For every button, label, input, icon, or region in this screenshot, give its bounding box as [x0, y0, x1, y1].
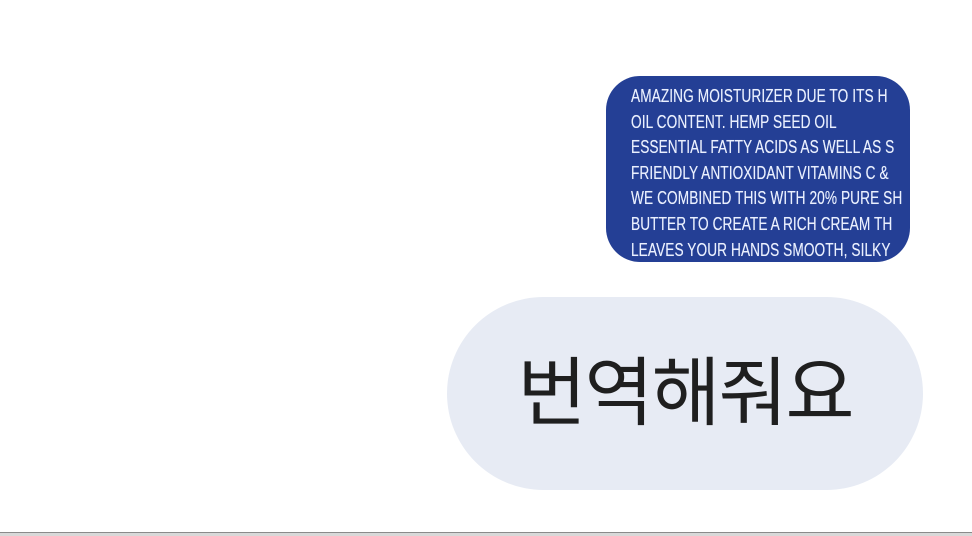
message-text: 번역해줘요 — [517, 349, 854, 437]
image-text-line: OIL CONTENT. HEMP SEED OIL — [631, 111, 837, 132]
bottom-divider — [0, 532, 972, 536]
hand-cream-label-photo: AMAZING MOISTURIZER DUE TO ITS H OIL CON… — [631, 84, 910, 262]
image-text-line: LEAVES YOUR HANDS SMOOTH, SILKY — [631, 239, 891, 260]
image-text-line: FRIENDLY ANTIOXIDANT VITAMINS C & — [631, 162, 889, 183]
image-text-line: BUTTER TO CREATE A RICH CREAM TH — [631, 213, 893, 234]
image-text-line: WE COMBINED THIS WITH 20% PURE SH — [631, 188, 903, 209]
image-message-bubble[interactable]: AMAZING MOISTURIZER DUE TO ITS H OIL CON… — [606, 76, 910, 262]
image-text-line: ESSENTIAL FATTY ACIDS AS WELL AS S — [631, 137, 895, 158]
image-text-line: AMAZING MOISTURIZER DUE TO ITS H — [631, 86, 888, 106]
text-message-bubble[interactable]: 번역해줘요 — [447, 297, 923, 490]
